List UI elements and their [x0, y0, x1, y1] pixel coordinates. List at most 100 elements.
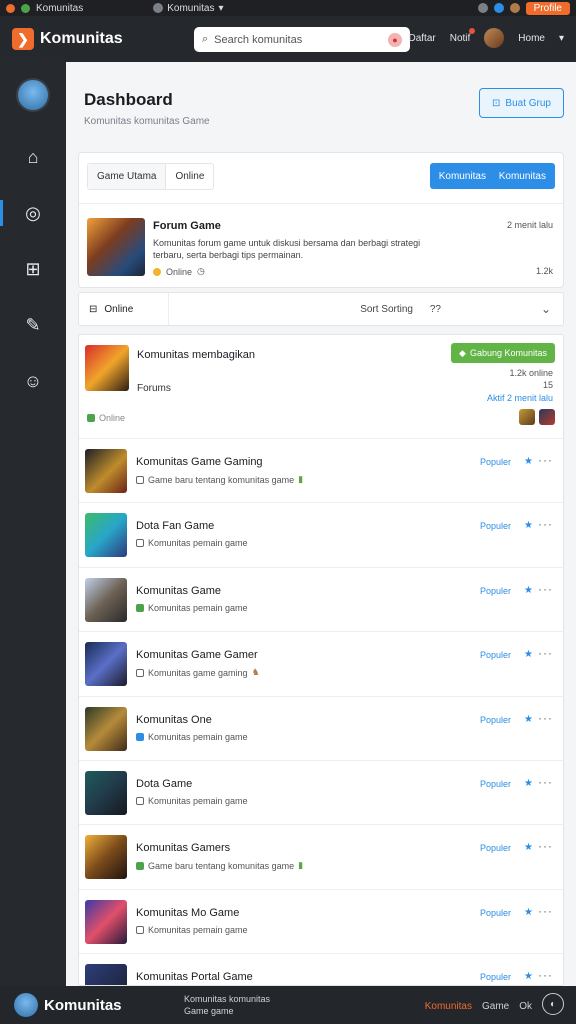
footer-brand[interactable]: Komunitas — [14, 993, 122, 1017]
member-avatar[interactable] — [539, 409, 555, 425]
status-badge: Populer — [479, 521, 511, 532]
list-item[interactable]: Komunitas Game Komunitas pemain game Pop… — [79, 568, 563, 633]
row-thumbnail — [85, 449, 127, 493]
footer-info: Komunitas komunitas Game game — [184, 994, 271, 1016]
doc-icon — [136, 539, 144, 548]
star-icon[interactable]: ★ — [524, 907, 533, 918]
nav-link-notif[interactable]: Notif — [450, 27, 475, 44]
filter-bar: ⊟ Online Sort Sorting ?? ⌄ — [78, 292, 564, 326]
member-avatar[interactable] — [519, 409, 535, 425]
tag-icon: ▮ — [298, 474, 304, 484]
filter-icon: ⊟ — [89, 303, 98, 315]
user-icon[interactable]: ☺ — [0, 364, 66, 398]
os-tab-1[interactable]: Komunitas — [36, 3, 83, 14]
status-badge: Populer — [479, 843, 511, 854]
os-user-icon[interactable] — [509, 3, 520, 13]
highlight-stats: 1.2k online 15 — [509, 368, 553, 390]
komunitas-button-1[interactable]: Komunitas — [429, 163, 495, 189]
featured-thumbnail — [87, 218, 145, 276]
community-icon[interactable]: ◎ — [0, 196, 66, 230]
star-icon[interactable]: ★ — [524, 714, 533, 725]
star-icon[interactable]: ★ — [524, 971, 533, 982]
community-list: Komunitas membagikan Forums Online ◆ Gab… — [78, 334, 564, 986]
clear-search-icon[interactable]: ● — [388, 32, 402, 47]
row-meta: Game baru tentang komunitas game ▮ — [136, 860, 303, 871]
filter-online[interactable]: ⊟ Online — [79, 293, 169, 325]
list-item[interactable]: Komunitas One Komunitas pemain game Popu… — [79, 697, 563, 761]
list-item[interactable]: Dota Game Komunitas pemain game Populer … — [79, 761, 563, 826]
home-icon[interactable]: ⌂ — [0, 140, 66, 174]
komunitas-button-2[interactable]: Komunitas — [489, 163, 555, 189]
row-thumbnail — [85, 964, 127, 985]
status-badge: Populer — [479, 972, 511, 983]
row-meta: Komunitas pemain game — [136, 732, 248, 742]
page-subtitle: Komunitas komunitas Game — [84, 116, 210, 127]
check-icon — [136, 861, 144, 870]
window-maximize-dot[interactable] — [21, 3, 30, 13]
list-item[interactable]: Komunitas Game Gamer Komunitas game gami… — [79, 632, 563, 697]
create-group-button[interactable]: ⊡ Buat Grup — [479, 88, 564, 118]
segment-online[interactable]: Online — [166, 164, 213, 189]
star-icon[interactable]: ★ — [524, 585, 533, 596]
list-item[interactable]: Dota Fan Game Komunitas pemain game Popu… — [79, 503, 563, 568]
check-icon — [87, 414, 95, 422]
os-network-icon[interactable] — [493, 3, 504, 13]
footer-link-2[interactable]: Game — [482, 1001, 509, 1012]
list-item[interactable]: Komunitas Gamers Game baru tentang komun… — [79, 825, 563, 890]
chevron-down-icon[interactable]: ▾ — [559, 33, 564, 44]
row-title: Komunitas One — [136, 713, 212, 726]
list-item[interactable]: Komunitas Portal Game Populer ★ ··· — [79, 954, 563, 985]
list-item[interactable]: Komunitas Mo Game Komunitas pemain game … — [79, 890, 563, 955]
grid-icon[interactable]: ⊞ — [0, 252, 66, 286]
status-dot-icon — [153, 267, 161, 276]
highlight-activity-link[interactable]: Aktif 2 menit lalu — [487, 393, 553, 403]
sort-label[interactable]: Sort Sorting — [360, 304, 413, 315]
brand-logo[interactable]: ❯ Komunitas — [12, 28, 123, 50]
window-close-dot[interactable] — [6, 3, 15, 13]
star-icon[interactable]: ★ — [524, 778, 533, 789]
user-avatar[interactable] — [484, 28, 505, 48]
star-icon[interactable]: ★ — [524, 456, 533, 467]
row-title: Komunitas Portal Game — [136, 971, 253, 984]
segment-game-utama[interactable]: Game Utama — [88, 164, 167, 189]
row-thumbnail — [85, 770, 127, 815]
featured-post[interactable]: Forum Game Komunitas forum game untuk di… — [79, 203, 563, 287]
join-community-button[interactable]: ◆ Gabung Komunitas — [451, 343, 555, 363]
os-tab-2[interactable]: Komunitas ▾ — [153, 3, 224, 14]
doc-icon — [136, 668, 144, 677]
footer-link-3[interactable]: Ok — [519, 1001, 532, 1012]
edit-icon[interactable]: ✎ — [0, 308, 66, 342]
list-item-highlight[interactable]: Komunitas membagikan Forums Online ◆ Gab… — [79, 335, 563, 439]
search-input[interactable]: ⌕ Search komunitas ● — [194, 27, 410, 52]
sidebar-avatar[interactable] — [16, 78, 50, 112]
star-icon[interactable]: ★ — [524, 649, 533, 660]
check-icon — [136, 732, 144, 741]
logo-mark-icon: ❯ — [12, 28, 34, 50]
search-icon: ⌕ — [202, 33, 209, 45]
more-icon[interactable]: ··· — [538, 775, 553, 789]
os-status-icon[interactable] — [477, 3, 488, 13]
app-header: ❯ Komunitas ⌕ Search komunitas ● Daftar … — [0, 16, 576, 62]
help-icon[interactable]: ◐ — [542, 993, 564, 1015]
more-icon[interactable]: ··· — [538, 517, 553, 531]
more-icon[interactable]: ··· — [538, 582, 553, 596]
list-item[interactable]: Komunitas Game Gaming Game baru tentang … — [79, 439, 563, 504]
figure-icon: ♞ — [251, 667, 260, 678]
row-title: Dota Fan Game — [136, 520, 215, 533]
more-icon[interactable]: ··· — [538, 839, 553, 853]
tag-icon: ▮ — [298, 860, 304, 871]
more-icon[interactable]: ··· — [538, 453, 553, 467]
os-profile-button[interactable]: Profile — [525, 1, 570, 15]
star-icon[interactable]: ★ — [524, 842, 533, 853]
more-icon[interactable]: ··· — [538, 711, 553, 725]
star-icon[interactable]: ★ — [524, 520, 533, 531]
more-icon[interactable]: ··· — [538, 904, 553, 918]
footer-link-1[interactable]: Komunitas — [425, 1001, 472, 1012]
chevron-down-icon[interactable]: ⌄ — [541, 302, 551, 316]
nav-link-home[interactable]: Home — [518, 33, 545, 44]
footer-avatar — [14, 993, 38, 1017]
nav-link-daftar[interactable]: Daftar — [408, 33, 435, 44]
more-icon[interactable]: ··· — [538, 968, 553, 982]
status-badge: Populer — [479, 457, 511, 467]
more-icon[interactable]: ··· — [538, 646, 553, 660]
